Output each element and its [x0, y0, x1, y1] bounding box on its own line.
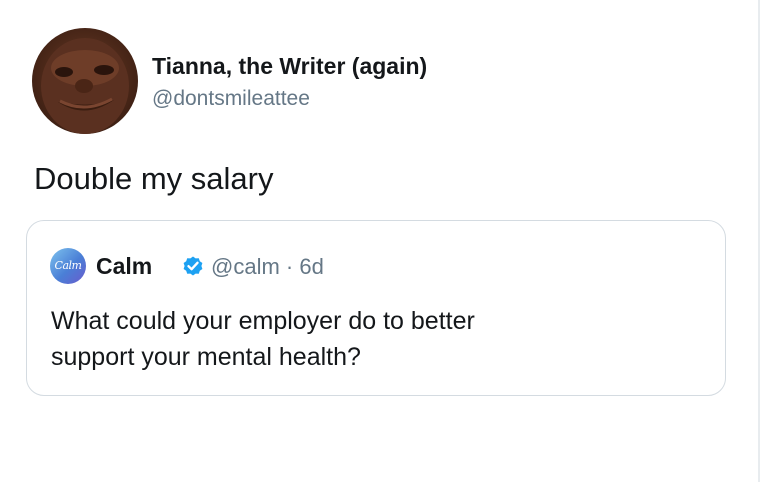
quoted-author-display-name[interactable]: Calm [96, 252, 152, 280]
author-handle[interactable]: @dontsmileattee [152, 86, 310, 112]
tweet-text: Double my salary [34, 161, 274, 196]
tweet: Tianna, the Writer (again) @dontsmileatt… [0, 0, 760, 482]
profile-photo-icon [41, 38, 129, 134]
author-avatar[interactable] [32, 28, 138, 134]
quoted-author-avatar[interactable]: Calm [50, 248, 86, 284]
author-display-name[interactable]: Tianna, the Writer (again) [152, 52, 427, 80]
quoted-tweet-card[interactable]: Calm Calm @calm · 6d What could your emp… [26, 220, 726, 396]
verified-badge-icon [183, 256, 203, 276]
quoted-tweet-text-line: What could your employer do to better [51, 307, 475, 335]
quoted-tweet-text-line: support your mental health? [51, 343, 361, 371]
quoted-handle-and-time[interactable]: @calm · 6d [211, 253, 324, 281]
quoted-tweet-text: What could your employer do to better su… [51, 303, 691, 375]
